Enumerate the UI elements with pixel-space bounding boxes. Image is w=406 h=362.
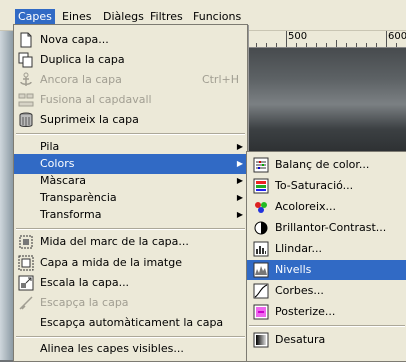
- autocrop-layer-item[interactable]: Escapça automàticament la capa: [14, 313, 247, 333]
- hue-saturation-icon: [253, 178, 269, 194]
- merge-down-icon: [18, 93, 34, 107]
- menu-capes[interactable]: Capes: [15, 9, 55, 25]
- submenu-arrow-icon: ▶: [236, 210, 243, 219]
- separator: [16, 336, 245, 338]
- colorize-icon: [255, 202, 267, 213]
- new-layer-item[interactable]: Nova capa...: [14, 30, 247, 50]
- scale-icon: [18, 275, 34, 291]
- brightness-contrast-item[interactable]: Brillantor-Contrast...: [247, 218, 406, 238]
- anchor-shortcut: Ctrl+H: [201, 73, 239, 86]
- separator: [16, 133, 245, 135]
- transform-submenu[interactable]: Transforma ▶: [14, 205, 247, 225]
- color-balance-item[interactable]: Balanç de color...: [247, 155, 406, 175]
- color-balance-icon: [253, 157, 269, 173]
- merge-down-item[interactable]: Fusiona al capdavall: [14, 90, 247, 110]
- brightness-contrast-icon: [254, 221, 268, 235]
- anchor-icon: [20, 72, 32, 86]
- menu-filtres[interactable]: Filtres: [147, 9, 186, 25]
- scale-layer-item[interactable]: Escala la capa...: [14, 273, 247, 293]
- desaturate-item[interactable]: Desatura: [247, 330, 406, 350]
- new-layer-icon: [20, 32, 32, 48]
- hue-saturation-item[interactable]: To-Saturació...: [247, 176, 406, 196]
- curves-icon: [253, 283, 269, 299]
- curves-item[interactable]: Corbes...: [247, 281, 406, 301]
- posterize-item[interactable]: Posterize...: [247, 302, 406, 322]
- layer-to-image-icon: [18, 255, 34, 271]
- crop-icon: [19, 296, 33, 310]
- separator: [249, 325, 405, 327]
- levels-item[interactable]: Nivells: [247, 260, 406, 280]
- colorize-item[interactable]: Acoloreix...: [247, 197, 406, 217]
- duplicate-icon: [18, 52, 33, 68]
- layer-to-image-size-item[interactable]: Capa a mida de la imatge: [14, 253, 247, 273]
- desaturate-icon: [253, 332, 269, 348]
- crop-layer-item[interactable]: Escapça la capa: [14, 293, 247, 313]
- posterize-icon: [253, 304, 269, 320]
- menu-funcions[interactable]: Funcions: [190, 9, 244, 25]
- anchor-layer-item[interactable]: Ancora la capa Ctrl+H: [14, 70, 247, 90]
- menu-eines[interactable]: Eines: [59, 9, 94, 25]
- separator: [16, 228, 245, 230]
- canvas-edge: [0, 0, 14, 360]
- ruler-mark-600: 600: [388, 31, 406, 42]
- boundary-size-icon: [19, 235, 33, 249]
- layer-menu: Nova capa... Duplica la capa Ancora la c…: [13, 24, 248, 362]
- delete-layer-item[interactable]: Suprimeix la capa: [14, 110, 247, 130]
- colors-menu: Balanç de color... To-Saturació... Acolo…: [246, 151, 406, 362]
- threshold-icon: [253, 241, 269, 257]
- levels-icon: [253, 262, 269, 278]
- threshold-item[interactable]: Llindar...: [247, 239, 406, 259]
- trash-icon: [19, 112, 33, 127]
- align-visible-layers-item[interactable]: Alinea les capes visibles...: [14, 339, 247, 359]
- duplicate-layer-item[interactable]: Duplica la capa: [14, 50, 247, 70]
- layer-boundary-size-item[interactable]: Mida del marc de la capa...: [14, 232, 247, 252]
- ruler-mark-500: 500: [288, 31, 308, 42]
- menu-dialegs[interactable]: Diàlegs: [100, 9, 147, 25]
